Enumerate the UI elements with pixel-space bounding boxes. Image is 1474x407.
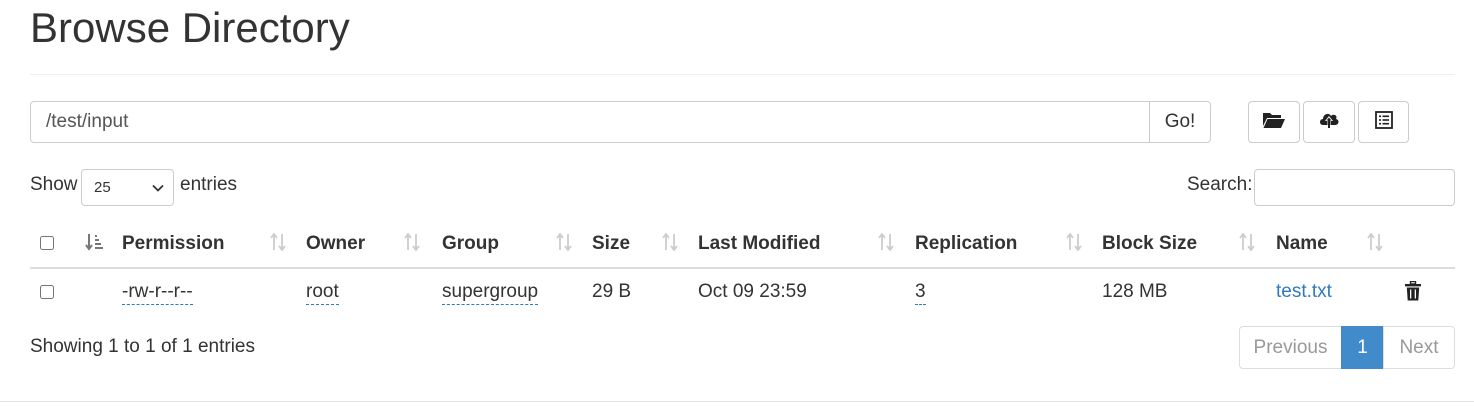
table-header-divider xyxy=(30,267,1455,269)
sort-both-icon[interactable] xyxy=(877,232,895,252)
column-header-last-modified[interactable]: Last Modified xyxy=(698,233,820,255)
search-input[interactable] xyxy=(1254,169,1455,206)
create-directory-button[interactable] xyxy=(1248,101,1300,143)
next-page-button[interactable]: Next xyxy=(1383,326,1455,369)
page-1-button[interactable]: 1 xyxy=(1341,326,1384,369)
row-owner[interactable]: root xyxy=(306,281,339,305)
column-header-owner[interactable]: Owner xyxy=(306,233,365,255)
sort-descending-icon[interactable] xyxy=(85,233,103,251)
cloud-upload-icon xyxy=(1318,110,1340,135)
previous-page-button[interactable]: Previous xyxy=(1239,326,1342,369)
page-title: Browse Directory xyxy=(30,4,350,51)
show-label: Show xyxy=(30,174,78,195)
sort-both-icon[interactable] xyxy=(269,232,287,252)
pagination: Previous 1 Next xyxy=(1239,326,1455,369)
directory-path-input[interactable] xyxy=(30,101,1150,143)
row-name-link[interactable]: test.txt xyxy=(1276,281,1332,303)
sort-both-icon[interactable] xyxy=(555,232,573,252)
sort-both-icon[interactable] xyxy=(1366,232,1384,252)
header-divider xyxy=(30,74,1455,75)
row-select-checkbox[interactable] xyxy=(40,285,54,299)
entries-per-page-value: 25 xyxy=(94,179,111,196)
cut-paste-button[interactable] xyxy=(1358,101,1409,143)
trash-icon[interactable] xyxy=(1405,280,1421,306)
row-last-modified: Oct 09 23:59 xyxy=(698,281,807,302)
chevron-down-icon xyxy=(152,184,164,192)
entries-per-page-select[interactable]: 25 xyxy=(81,169,174,206)
column-header-group[interactable]: Group xyxy=(442,233,499,255)
row-group[interactable]: supergroup xyxy=(442,281,539,305)
column-header-permission[interactable]: Permission xyxy=(122,233,224,255)
sort-both-icon[interactable] xyxy=(661,232,679,252)
row-permission[interactable]: -rw-r--r-- xyxy=(122,281,193,305)
row-replication[interactable]: 3 xyxy=(915,281,926,305)
footer-divider xyxy=(0,401,1474,402)
sort-both-icon[interactable] xyxy=(1065,232,1083,252)
folder-open-icon xyxy=(1262,111,1286,134)
column-header-block-size[interactable]: Block Size xyxy=(1102,233,1197,255)
sort-both-icon[interactable] xyxy=(403,232,421,252)
column-header-replication[interactable]: Replication xyxy=(915,233,1017,255)
go-button[interactable]: Go! xyxy=(1149,101,1211,143)
row-block-size: 128 MB xyxy=(1102,281,1168,302)
select-all-checkbox[interactable] xyxy=(40,236,54,250)
list-alt-icon xyxy=(1374,110,1393,134)
upload-files-button[interactable] xyxy=(1303,101,1355,143)
sort-both-icon[interactable] xyxy=(1238,232,1256,252)
column-header-size[interactable]: Size xyxy=(592,233,630,255)
column-header-name[interactable]: Name xyxy=(1276,233,1328,255)
table-info: Showing 1 to 1 of 1 entries xyxy=(30,336,255,357)
search-label: Search: xyxy=(1187,174,1253,195)
row-size: 29 B xyxy=(592,281,632,302)
entries-label: entries xyxy=(180,174,238,195)
